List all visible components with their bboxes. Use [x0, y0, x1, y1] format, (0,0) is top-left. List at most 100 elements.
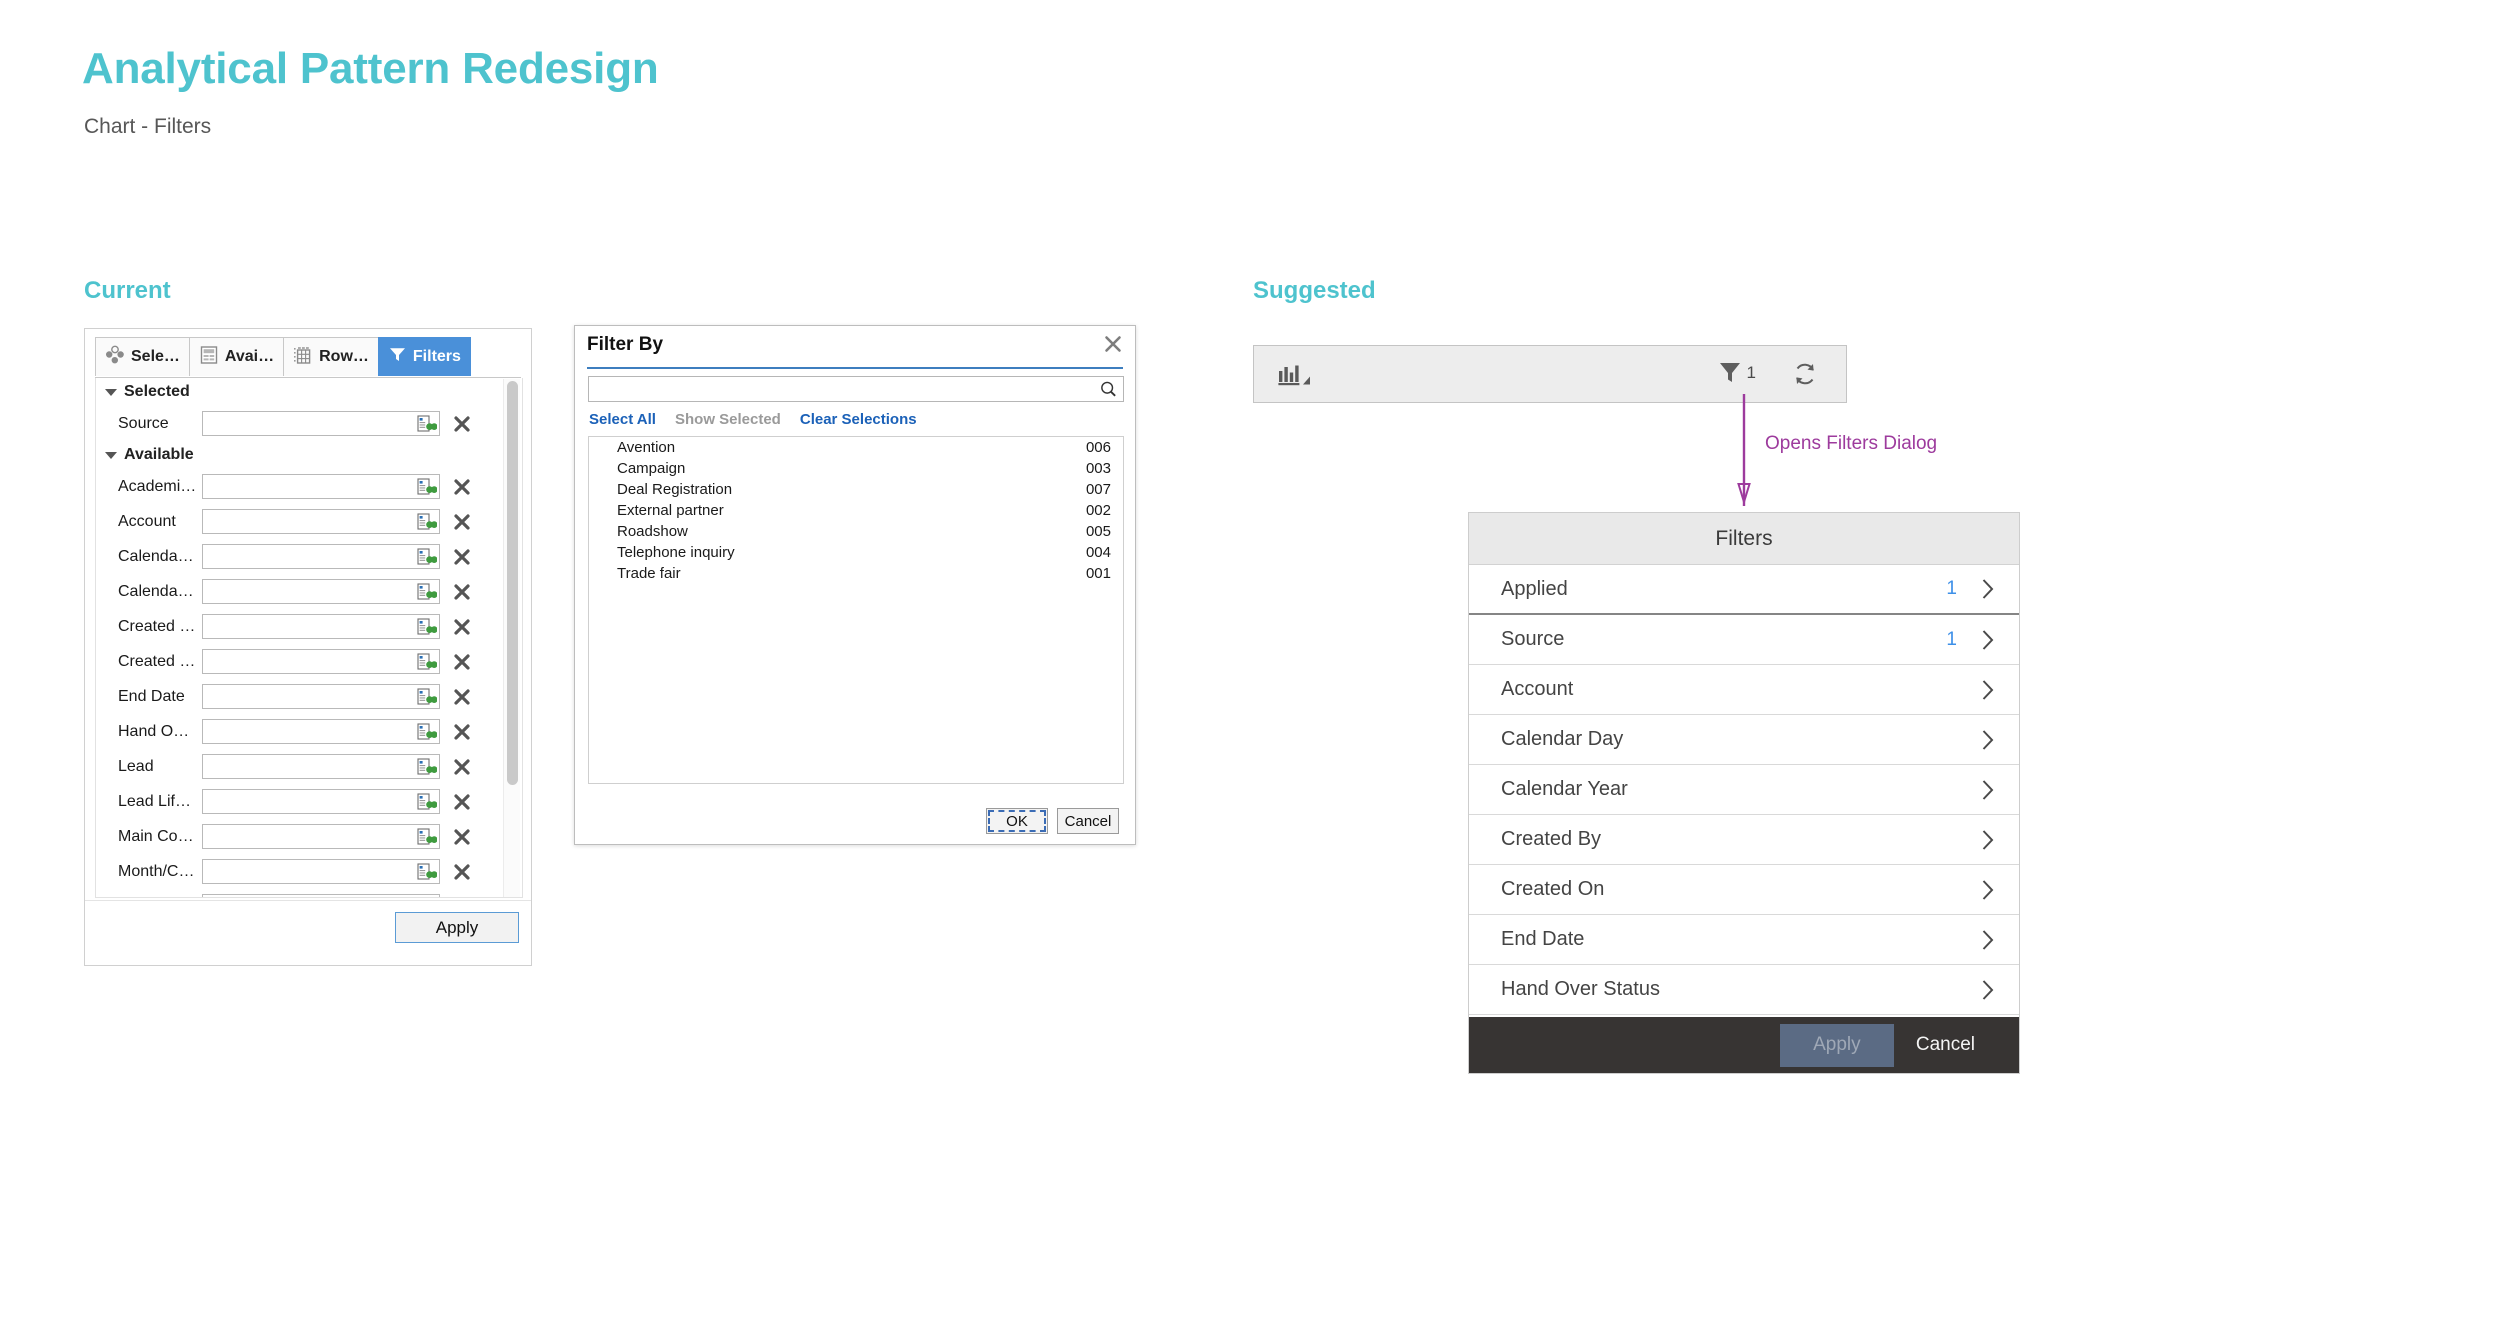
list-item[interactable]: External partner 002	[589, 500, 1123, 521]
refresh-icon[interactable]	[1792, 361, 1818, 387]
search-input[interactable]	[595, 377, 1095, 401]
list-item[interactable]: Avention 006	[589, 437, 1123, 458]
filter-row-input[interactable]	[202, 789, 440, 814]
remove-filter-icon[interactable]	[453, 415, 471, 433]
selection-dots-icon	[105, 345, 125, 370]
cancel-button[interactable]: Cancel	[1904, 1034, 1987, 1056]
remove-filter-icon[interactable]	[453, 793, 471, 811]
filter-row-input[interactable]	[202, 824, 440, 849]
panel-scrollbar[interactable]	[503, 379, 520, 897]
apply-button[interactable]: Apply	[395, 912, 519, 943]
clear-selections-link[interactable]: Clear Selections	[800, 411, 917, 428]
cancel-button[interactable]: Cancel	[1057, 808, 1119, 834]
remove-filter-icon[interactable]	[453, 723, 471, 741]
filters-dialog-row[interactable]: End Date	[1469, 915, 2019, 965]
available-list-icon	[199, 345, 219, 370]
value-help-icon[interactable]	[417, 792, 437, 812]
value-help-icon[interactable]	[417, 757, 437, 777]
select-all-link[interactable]: Select All	[589, 411, 656, 428]
value-help-icon[interactable]	[417, 862, 437, 882]
filter-row-input[interactable]	[202, 411, 440, 436]
filter-by-footer: OK Cancel	[986, 808, 1119, 834]
filter-row-input[interactable]	[202, 544, 440, 569]
filter-row-input[interactable]	[202, 509, 440, 534]
tab-available[interactable]: Avai…	[188, 337, 285, 376]
remove-filter-icon[interactable]	[453, 548, 471, 566]
list-item[interactable]: Campaign 003	[589, 458, 1123, 479]
remove-filter-icon[interactable]	[453, 828, 471, 846]
filters-dialog-row[interactable]: Source 1	[1469, 615, 2019, 665]
filters-dialog-row[interactable]: Created On	[1469, 865, 2019, 915]
filters-dialog-footer: Apply Cancel	[1469, 1017, 2019, 1073]
filter-by-search-field[interactable]	[588, 376, 1124, 402]
filters-dialog-row[interactable]: Created By	[1469, 815, 2019, 865]
filter-row-input[interactable]	[202, 649, 440, 674]
chevron-right-icon	[1982, 979, 1994, 1000]
value-help-icon[interactable]	[417, 547, 437, 567]
bar-chart-icon[interactable]	[1277, 363, 1311, 388]
filters-dialog-row-count: 1	[1946, 578, 1957, 599]
value-help-icon[interactable]	[417, 652, 437, 672]
filter-by-list[interactable]: Avention 006 Campaign 003 Deal Registratio…	[588, 436, 1124, 784]
filter-row-input[interactable]	[202, 474, 440, 499]
remove-filter-icon[interactable]	[453, 478, 471, 496]
chevron-right-icon	[1982, 879, 1994, 900]
value-help-icon[interactable]	[417, 582, 437, 602]
chevron-right-icon	[1982, 829, 1994, 850]
ok-button[interactable]: OK	[986, 808, 1048, 834]
filter-row-input[interactable]	[202, 719, 440, 744]
apply-button[interactable]: Apply	[1779, 1023, 1894, 1067]
value-help-icon[interactable]	[417, 897, 437, 898]
tab-rows[interactable]: Row…	[283, 337, 379, 376]
filter-row-input[interactable]	[202, 579, 440, 604]
remove-filter-icon[interactable]	[453, 863, 471, 881]
remove-filter-icon[interactable]	[453, 618, 471, 636]
filters-dialog-row[interactable]: Hand Over Status	[1469, 965, 2019, 1015]
remove-filter-icon[interactable]	[453, 653, 471, 671]
filters-dialog-row[interactable]: Applied 1	[1469, 565, 2019, 615]
chevron-right-icon	[1982, 779, 1994, 800]
show-selected-link[interactable]: Show Selected	[675, 411, 781, 428]
filters-dialog-row[interactable]: Calendar Day	[1469, 715, 2019, 765]
filter-row-input[interactable]	[202, 614, 440, 639]
value-help-icon[interactable]	[417, 722, 437, 742]
list-item[interactable]: Deal Registration 007	[589, 479, 1123, 500]
remove-filter-icon[interactable]	[453, 898, 471, 899]
filter-row-input[interactable]	[202, 859, 440, 884]
filters-dialog-row[interactable]: Account	[1469, 665, 2019, 715]
value-help-icon[interactable]	[417, 617, 437, 637]
value-help-icon[interactable]	[417, 687, 437, 707]
remove-filter-icon[interactable]	[453, 513, 471, 531]
filter-row: Created …	[96, 609, 522, 644]
value-help-icon[interactable]	[417, 512, 437, 532]
section-heading-current: Current	[84, 277, 171, 304]
panel-scroll-thumb[interactable]	[507, 381, 518, 785]
chevron-right-icon	[1982, 679, 1994, 700]
tab-selection[interactable]: Sele…	[95, 337, 190, 376]
remove-filter-icon[interactable]	[453, 758, 471, 776]
list-item[interactable]: Trade fair 001	[589, 563, 1123, 584]
group-header-selected[interactable]: Selected	[96, 378, 522, 406]
value-help-icon[interactable]	[417, 827, 437, 847]
filters-dialog-row-label: Created By	[1501, 828, 1602, 850]
list-item[interactable]: Telephone inquiry 004	[589, 542, 1123, 563]
filter-row-input[interactable]	[202, 894, 440, 898]
list-item[interactable]: Roadshow 005	[589, 521, 1123, 542]
value-help-icon[interactable]	[417, 414, 437, 434]
toolbar-filter-group[interactable]: 1	[1718, 360, 1756, 386]
group-header-available[interactable]: Available	[96, 441, 522, 469]
tab-filters[interactable]: Filters	[377, 337, 471, 376]
remove-filter-icon[interactable]	[453, 583, 471, 601]
apply-bar: Apply	[85, 900, 531, 965]
value-help-icon[interactable]	[417, 477, 437, 497]
filter-by-links: Select All Show Selected Clear Selection…	[589, 411, 917, 428]
close-icon[interactable]	[1103, 334, 1123, 354]
filter-row: Academi…	[96, 469, 522, 504]
remove-filter-icon[interactable]	[453, 688, 471, 706]
search-icon[interactable]	[1099, 380, 1118, 399]
funnel-icon[interactable]	[1718, 360, 1742, 386]
filter-row-input[interactable]	[202, 754, 440, 779]
filters-dialog-row[interactable]: Calendar Year	[1469, 765, 2019, 815]
page-subtitle: Chart - Filters	[84, 115, 212, 138]
filter-row-input[interactable]	[202, 684, 440, 709]
